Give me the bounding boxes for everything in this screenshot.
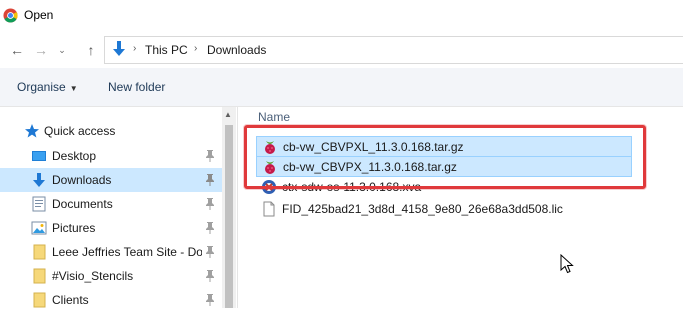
column-header-name[interactable]: Name (258, 110, 290, 124)
recent-locations-dropdown[interactable]: ⌄ (54, 32, 70, 68)
chevron-down-icon: ▼ (69, 84, 78, 93)
breadcrumb-separator: › (194, 43, 198, 54)
pin-icon[interactable] (204, 221, 216, 235)
pictures-icon (31, 221, 47, 235)
sidebar-item-quick-access[interactable]: Quick access (0, 119, 222, 143)
sidebar-item-team-site[interactable]: Leee Jeffries Team Site - Docu (0, 240, 222, 264)
title-bar: Open (0, 0, 683, 32)
folder-icon (33, 268, 46, 284)
breadcrumb-separator: › (133, 43, 137, 54)
sidebar-item-label: Leee Jeffries Team Site - Docu (52, 245, 202, 259)
sidebar-item-documents[interactable]: Documents (0, 192, 222, 216)
scroll-up-icon[interactable]: ▲ (224, 110, 232, 119)
desktop-icon (32, 151, 46, 161)
download-arrow-icon (113, 41, 125, 56)
scrollbar-thumb[interactable] (225, 125, 233, 308)
forward-button[interactable]: → (30, 32, 52, 68)
pin-icon[interactable] (204, 173, 216, 187)
address-bar[interactable]: › This PC › Downloads (104, 36, 683, 64)
sidebar-item-label: #Visio_Stencils (52, 269, 134, 283)
breadcrumb-this-pc[interactable]: This PC (145, 43, 188, 57)
pin-icon[interactable] (204, 149, 216, 163)
breadcrumb-downloads[interactable]: Downloads (207, 43, 266, 57)
sidebar-item-label: Downloads (52, 173, 112, 187)
sidebar-item-label: Documents (52, 197, 113, 211)
folder-icon (33, 244, 46, 260)
sidebar-item-desktop[interactable]: Desktop (0, 144, 222, 168)
sidebar-item-label: Quick access (44, 124, 116, 138)
command-toolbar: Organise ▼ New folder (0, 68, 683, 107)
back-button[interactable]: ← (6, 32, 28, 68)
star-icon (25, 124, 39, 138)
sidebar-item-downloads[interactable]: Downloads (0, 168, 222, 192)
pin-icon[interactable] (204, 197, 216, 211)
organise-button[interactable]: Organise ▼ (17, 80, 78, 94)
sidebar-item-clients[interactable]: Clients (0, 288, 222, 312)
navigation-pane: Quick access Desktop Downloads Documents (0, 107, 236, 308)
window-title: Open (24, 8, 54, 22)
chrome-icon (3, 8, 18, 23)
pin-icon[interactable] (204, 269, 216, 283)
folder-icon (33, 292, 46, 308)
sidebar-item-label: Pictures (52, 221, 96, 235)
sidebar-item-pictures[interactable]: Pictures (0, 216, 222, 240)
file-row[interactable]: FID_425bad21_3d8d_4158_9e80_26e68a3dd508… (256, 199, 632, 220)
pin-icon[interactable] (204, 293, 216, 307)
file-name: FID_425bad21_3d8d_4158_9e80_26e68a3dd508… (282, 202, 563, 216)
download-arrow-icon (33, 173, 45, 187)
sidebar-item-label: Clients (52, 293, 89, 307)
new-folder-button[interactable]: New folder (108, 80, 165, 94)
sidebar-item-label: Desktop (52, 149, 97, 163)
documents-icon (32, 196, 46, 212)
mouse-cursor-icon (560, 254, 574, 274)
highlight-annotation (244, 125, 646, 189)
organise-label: Organise (17, 80, 66, 94)
generic-file-icon (263, 201, 275, 217)
sidebar-item-visio-stencils[interactable]: #Visio_Stencils (0, 264, 222, 288)
up-button[interactable]: ↑ (80, 32, 102, 68)
pin-icon[interactable] (204, 245, 216, 259)
navigation-bar: ← → ⌄ ↑ › This PC › Downloads (0, 32, 683, 68)
sidebar-scrollbar[interactable]: ▲ (222, 107, 236, 308)
